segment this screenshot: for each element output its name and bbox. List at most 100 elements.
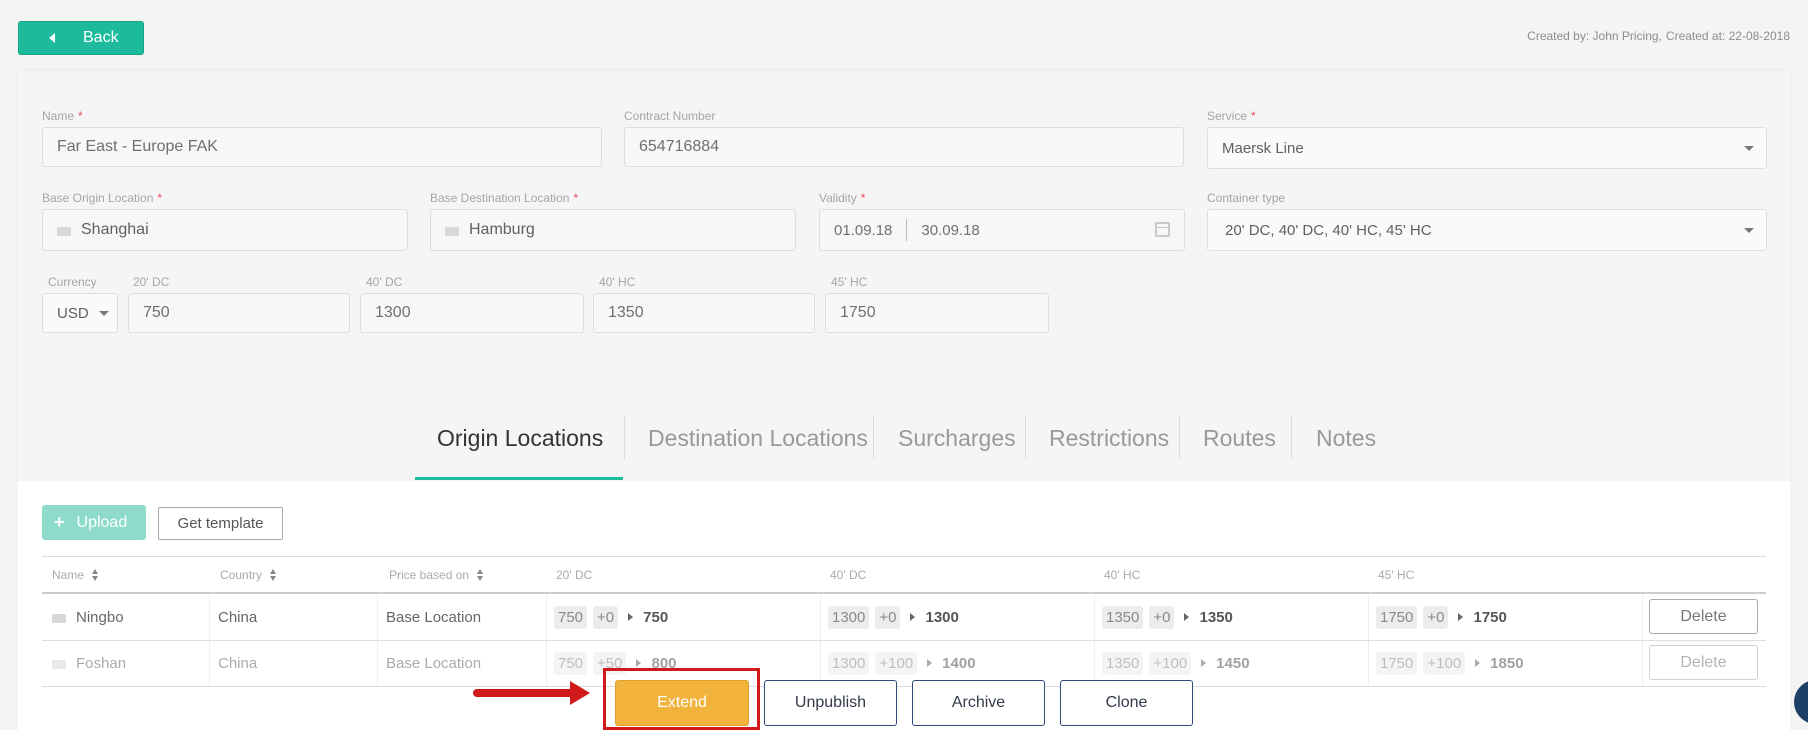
table-row: Ningbo China Base Location 750 +0 750 1300… [42, 594, 1766, 640]
archive-button[interactable]: Archive [912, 680, 1045, 726]
column-header-40dc: 40' DC [830, 568, 867, 582]
contract-number-value: 654716884 [639, 138, 720, 155]
base-destination-field[interactable]: Hamburg [430, 209, 796, 251]
tab-restrictions[interactable]: Restrictions [1049, 425, 1169, 452]
column-header-price-based-on[interactable]: Price based on [389, 568, 484, 582]
price-45hc-label: 45' HC [831, 275, 868, 289]
extend-button[interactable]: Extend [615, 680, 749, 726]
base-destination-label: Base Destination Location * [430, 191, 579, 205]
tab-destination-locations[interactable]: Destination Locations [648, 425, 868, 452]
column-header-name[interactable]: Name [52, 568, 99, 582]
price-40dc-field[interactable]: 1300 [360, 293, 584, 333]
location-icon [52, 659, 66, 669]
name-value: Far East - Europe FAK [57, 138, 218, 155]
currency-select[interactable]: USD [42, 293, 118, 333]
delete-button[interactable]: Delete [1649, 645, 1758, 680]
back-button-label: Back [83, 29, 119, 46]
tab-divider [1291, 415, 1292, 459]
sort-icon [477, 569, 484, 581]
name-label: Name * [42, 109, 83, 123]
base-origin-label: Base Origin Location * [42, 191, 163, 205]
created-by: Created by: John Pricing, [1527, 29, 1662, 43]
arrow-right-icon [1184, 613, 1190, 621]
row-name-cell: Foshan [52, 640, 126, 686]
active-tab-indicator [415, 477, 623, 480]
contract-number-label: Contract Number [624, 109, 716, 123]
price-20dc-label: 20' DC [133, 275, 170, 289]
validity-to: 30.09.18 [921, 221, 980, 239]
currency-value: USD [57, 304, 89, 322]
row-45hc-cell: 1750 +100 1850 [1376, 640, 1524, 686]
price-40hc-field[interactable]: 1350 [593, 293, 815, 333]
row-45hc-cell: 1750 +0 1750 [1376, 594, 1507, 640]
arrow-right-icon [636, 659, 642, 667]
column-header-40hc: 40' HC [1104, 568, 1141, 582]
location-icon [445, 226, 459, 236]
price-20dc-value: 750 [143, 304, 170, 321]
back-arrow-icon [49, 33, 55, 43]
row-country-cell: China [218, 608, 258, 626]
service-label: Service * [1207, 109, 1256, 123]
row-40dc-cell: 1300 +0 1300 [828, 594, 959, 640]
validity-separator [906, 219, 908, 241]
column-header-45hc: 45' HC [1378, 568, 1415, 582]
arrow-right-icon [1458, 613, 1464, 621]
tab-divider [1179, 415, 1180, 459]
help-chat-icon[interactable] [1794, 680, 1808, 724]
validity-from: 01.09.18 [834, 221, 893, 239]
calendar-icon[interactable] [1155, 222, 1170, 237]
row-divider [42, 686, 1766, 687]
price-40hc-label: 40' HC [599, 275, 636, 289]
column-header-country[interactable]: Country [220, 568, 277, 582]
price-20dc-field[interactable]: 750 [128, 293, 350, 333]
row-40hc-cell: 1350 +0 1350 [1102, 594, 1233, 640]
location-icon [57, 226, 71, 236]
row-20dc-cell: 750 +0 750 [554, 594, 668, 640]
upload-button[interactable]: + Upload [42, 505, 146, 540]
currency-label: Currency [48, 275, 97, 289]
sort-icon [92, 569, 99, 581]
base-origin-value: Shanghai [81, 221, 149, 238]
table-top-divider [42, 556, 1766, 557]
row-price-based-cell: Base Location [386, 608, 482, 626]
validity-field[interactable]: 01.09.18 30.09.18 [819, 209, 1185, 251]
tab-divider [1025, 415, 1026, 459]
price-40hc-value: 1350 [608, 304, 644, 321]
container-type-select[interactable]: 20' DC, 40' DC, 40' HC, 45' HC [1207, 209, 1767, 251]
get-template-button[interactable]: Get template [158, 507, 283, 540]
price-45hc-value: 1750 [840, 304, 876, 321]
arrow-right-icon [910, 613, 916, 621]
base-origin-field[interactable]: Shanghai [42, 209, 408, 251]
contract-number-field[interactable]: 654716884 [624, 127, 1184, 167]
arrow-right-icon [1201, 659, 1207, 667]
row-country-cell: China [218, 654, 258, 672]
price-45hc-field[interactable]: 1750 [825, 293, 1049, 333]
annotation-arrow-head [570, 681, 590, 705]
chevron-down-icon [1744, 146, 1754, 151]
base-destination-value: Hamburg [469, 221, 535, 238]
column-header-20dc: 20' DC [556, 568, 593, 582]
location-icon [52, 613, 66, 623]
sort-icon [270, 569, 277, 581]
delete-button[interactable]: Delete [1649, 599, 1758, 634]
tab-notes[interactable]: Notes [1316, 425, 1376, 452]
tab-divider [873, 415, 874, 459]
validity-label: Validity * [819, 191, 866, 205]
table-row: Foshan China Base Location 750 +50 800 130… [42, 640, 1766, 686]
chevron-down-icon [99, 311, 109, 316]
clone-button[interactable]: Clone [1060, 680, 1193, 726]
tab-divider [624, 415, 625, 459]
back-button[interactable]: Back [18, 21, 144, 55]
arrow-right-icon [1475, 659, 1481, 667]
name-field[interactable]: Far East - Europe FAK [42, 127, 602, 167]
plus-icon: + [54, 512, 65, 532]
tab-routes[interactable]: Routes [1203, 425, 1276, 452]
price-40dc-value: 1300 [375, 304, 411, 321]
service-select[interactable]: Maersk Line [1207, 127, 1767, 169]
tab-origin-locations[interactable]: Origin Locations [437, 425, 603, 452]
price-40dc-label: 40' DC [366, 275, 403, 289]
service-value: Maersk Line [1222, 139, 1304, 157]
row-name-cell: Ningbo [52, 594, 124, 640]
tab-surcharges[interactable]: Surcharges [898, 425, 1016, 452]
unpublish-button[interactable]: Unpublish [764, 680, 897, 726]
